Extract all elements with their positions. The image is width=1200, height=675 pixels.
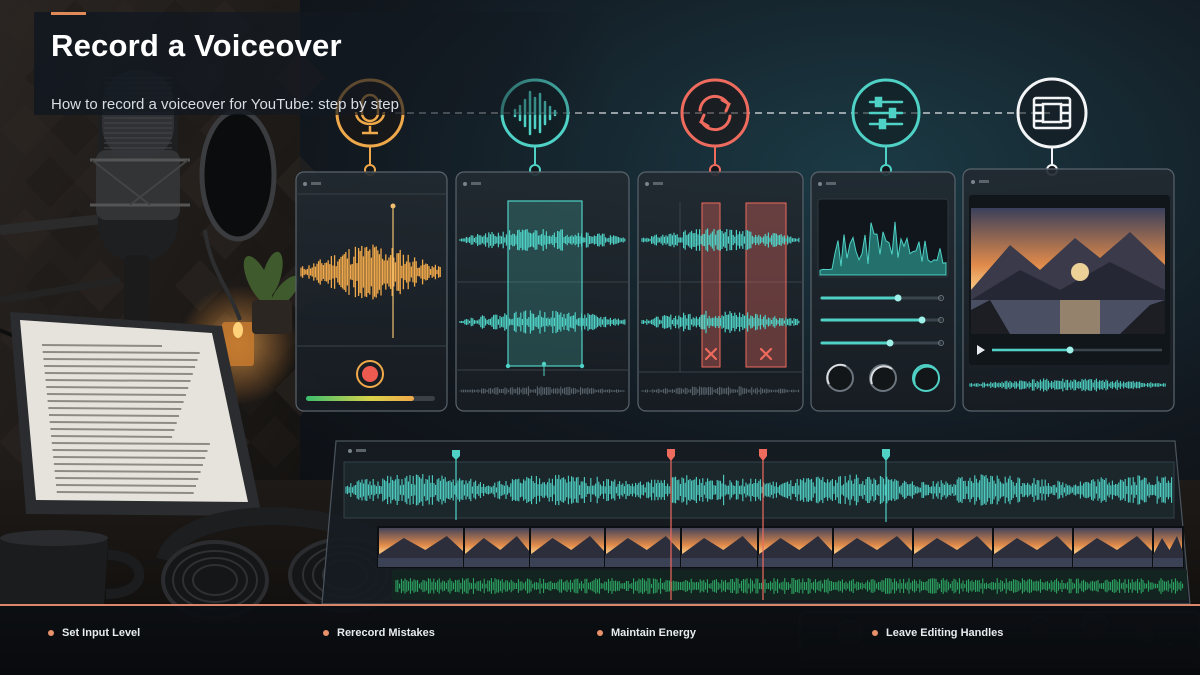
filmstrip-frame <box>463 526 531 568</box>
tip-label: Set Input Level <box>62 627 141 639</box>
script-text-line <box>44 372 193 375</box>
tip-rerecord-mistakes: Rerecord Mistakes <box>323 626 435 640</box>
bullet-icon <box>48 630 54 636</box>
panel-mix <box>810 171 956 412</box>
script-text-line <box>55 477 199 480</box>
script-text-line <box>41 344 163 347</box>
script-text-line <box>54 470 201 473</box>
script-text-line <box>52 449 208 452</box>
script-text-line <box>55 484 197 487</box>
tip-set-input-level: Set Input Level <box>48 626 140 640</box>
filmstrip-frame <box>832 526 914 568</box>
script-text-line <box>43 358 198 361</box>
script-text-line <box>50 428 175 431</box>
script-text-line <box>44 365 196 368</box>
bullet-icon <box>872 630 878 636</box>
bullet-icon <box>323 630 329 636</box>
filmstrip-frame <box>757 526 834 568</box>
filmstrip-frame <box>529 526 606 568</box>
script-text-line <box>51 442 210 445</box>
script-text-line <box>53 463 203 466</box>
filmstrip-frame <box>1072 526 1154 568</box>
sliders-icon <box>868 96 904 130</box>
timeline-panel <box>321 440 1191 605</box>
panel-rerecord <box>637 171 804 412</box>
script-text-line <box>48 414 180 417</box>
script-stand <box>10 312 262 516</box>
script-text-line <box>47 400 184 403</box>
panel-video <box>962 168 1175 412</box>
filmstrip-frame <box>1152 526 1184 568</box>
script-text-line <box>42 351 200 354</box>
filmstrip-frame <box>912 526 994 568</box>
title-accent-bar <box>51 12 86 15</box>
tip-label: Rerecord Mistakes <box>337 627 435 639</box>
filmstrip-frame <box>604 526 682 568</box>
script-text-line <box>46 393 186 396</box>
tip-label: Leave Editing Handles <box>886 627 1004 639</box>
video-frame <box>971 208 1165 334</box>
page-title: Record a Voiceover <box>51 28 342 63</box>
panel-record <box>295 171 448 412</box>
filmstrip-frame <box>992 526 1074 568</box>
script-text-line <box>49 421 177 424</box>
script-text-line <box>46 386 189 389</box>
tip-maintain-energy: Maintain Energy <box>597 626 696 640</box>
panel-select <box>455 171 630 412</box>
filmstrip-frame <box>680 526 759 568</box>
script-text-line <box>51 435 173 438</box>
script-text-line <box>53 456 206 459</box>
script-text-line <box>56 491 194 494</box>
page-subtitle: How to record a voiceover for YouTube: s… <box>51 96 399 113</box>
tip-leave-editing-handles: Leave Editing Handles <box>872 626 1003 640</box>
filmstrip-frame <box>377 526 465 568</box>
script-text-line <box>45 379 191 382</box>
bullet-icon <box>597 630 603 636</box>
script-text-line <box>48 407 182 410</box>
mix-knob <box>826 363 940 392</box>
tip-label: Maintain Energy <box>611 627 696 639</box>
